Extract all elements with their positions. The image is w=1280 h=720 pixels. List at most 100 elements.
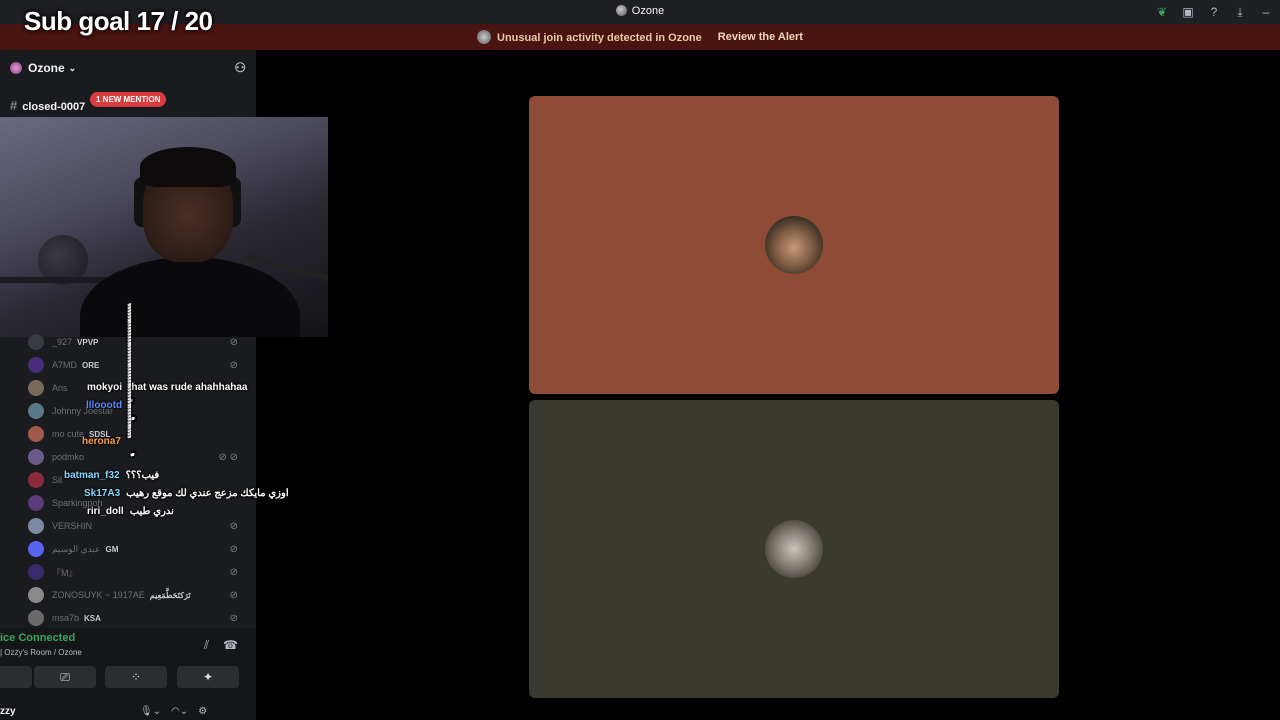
channel-item[interactable]: # closed-0007: [10, 98, 85, 113]
window-controls: ❦ ▣ ? ⤓ –: [1154, 4, 1274, 20]
avatar: [28, 495, 44, 511]
member-tag: ORE: [82, 360, 100, 370]
chat-text: فيب؟؟؟: [125, 470, 160, 481]
activity-icon: ⁘: [130, 670, 142, 684]
member-row[interactable]: msa7b KSA ⊘: [28, 609, 250, 627]
avatar: [28, 610, 44, 626]
chat-message: herona7ّّّّّّّّّّّّّّّّّّّّّّّّّّّّّّّّّ…: [82, 436, 127, 447]
member-tag: GM: [105, 544, 119, 554]
participant-avatar: [765, 520, 823, 578]
camera-button[interactable]: [0, 666, 32, 688]
avatar: [28, 380, 44, 396]
member-name: podmko: [52, 452, 85, 462]
headphones-icon[interactable]: ◠⌄: [171, 706, 188, 717]
participant-tile[interactable]: [529, 400, 1059, 698]
avatar: [28, 426, 44, 442]
settings-icon[interactable]: ⚙: [198, 706, 207, 717]
member-row[interactable]: 『M』 ⊘: [28, 563, 250, 581]
webcam-overlay: [0, 117, 328, 337]
member-name: Sil: [52, 475, 63, 485]
member-name: VERSHIN: [52, 521, 93, 531]
noise-suppression-icon[interactable]: ⫽: [204, 638, 209, 653]
server-name: Ozone: [28, 61, 65, 75]
new-mention-badge[interactable]: 1 NEW MENTION: [90, 92, 167, 107]
member-row[interactable]: A7MD ORE ⊘: [28, 356, 250, 374]
app-title-text: Ozone: [631, 5, 665, 17]
alert-text: Unusual join activity detected in Ozone: [497, 32, 702, 44]
user-name[interactable]: zzy: [0, 706, 16, 717]
member-name: Ans: [52, 383, 68, 393]
chat-message: llloootdّّّّّّّّّّّّّّّّّّّّّّّّّّّّّّّّ…: [86, 400, 128, 411]
mute-icon: ⊘: [229, 589, 238, 601]
chat-username: herona7: [82, 436, 121, 447]
member-row[interactable]: ZONOSUYK ~ 1917AE تَرَكتَحَطَّمَعِيم ⊘: [28, 586, 250, 604]
avatar: [28, 334, 44, 350]
server-icon: [10, 62, 22, 74]
chat-username: llloootd: [86, 400, 123, 411]
member-row[interactable]: podmko ⊘ ⊘: [28, 448, 250, 466]
member-name: ZONOSUYK ~ 1917AE: [52, 590, 145, 600]
participant-avatar: [765, 216, 823, 274]
avatar: [28, 449, 44, 465]
chat-text: ندري طيب: [129, 506, 174, 517]
add-member-icon[interactable]: ⚇: [234, 60, 246, 76]
mic-icon[interactable]: 🎙︎⌄: [140, 706, 161, 717]
mute-icon: ⊘: [229, 543, 238, 555]
member-name: A7MD: [52, 360, 78, 370]
help-icon[interactable]: ?: [1206, 4, 1222, 20]
minimize-icon[interactable]: –: [1258, 4, 1274, 20]
review-alert-button[interactable]: Review the Alert: [718, 31, 803, 43]
chat-message: Sk17A3 اوزي مايكك مزعج عندي لك موقع رهيب: [84, 488, 289, 499]
screen-icon[interactable]: ▣: [1180, 4, 1196, 20]
streamer-hair: [140, 147, 236, 187]
mute-icon: ⊘ ⊘: [218, 451, 238, 463]
user-controls: 🎙︎⌄ ◠⌄ ⚙: [140, 706, 207, 717]
sub-goal-overlay: Sub goal 17 / 20: [24, 6, 213, 36]
member-name: 『M』: [52, 567, 78, 578]
voice-action-bar: ⎚ ⁘ ✦: [0, 666, 256, 688]
leaf-icon[interactable]: ❦: [1154, 4, 1170, 20]
alert-message: Unusual join activity detected in Ozone: [477, 30, 702, 44]
chat-text: اوزي مايكك مزعج عندي لك موقع رهيب: [126, 488, 289, 499]
chevron-down-icon: ⌄: [68, 62, 77, 73]
chat-username: mokyoi: [87, 382, 123, 393]
app-logo-icon: [615, 5, 627, 16]
server-header[interactable]: Ozone ⌄ ⚇: [0, 50, 256, 86]
screen-share-button[interactable]: ⎚: [34, 666, 96, 688]
activity-button[interactable]: ⁘: [105, 666, 167, 688]
member-tag: تَرَكتَحَطَّمَعِيم: [149, 590, 191, 600]
member-name: msa7b: [52, 613, 80, 623]
member-tag: KSA: [84, 613, 101, 623]
voice-room[interactable]: | Ozzy's Room / Ozone: [0, 648, 82, 657]
channel-name: closed-0007: [22, 101, 86, 113]
streamer-body: [80, 257, 300, 337]
screen-share-icon: ⎚: [60, 669, 70, 684]
soundboard-button[interactable]: ✦: [177, 666, 239, 688]
member-row[interactable]: VERSHIN ⊘: [28, 517, 250, 535]
voice-panel: ice Connected | Ozzy's Room / Ozone ⫽ ☎ …: [0, 628, 256, 720]
voice-controls: ⫽ ☎: [204, 638, 238, 653]
member-name: mo cute: [52, 429, 85, 439]
avatar: [28, 357, 44, 373]
mute-icon: ⊘: [229, 566, 238, 578]
download-icon[interactable]: ⤓: [1232, 4, 1248, 20]
chat-message: batman_f32 فيب؟؟؟: [64, 470, 159, 481]
voice-status: ice Connected: [0, 632, 76, 644]
member-row[interactable]: mo cute SDSL: [28, 425, 250, 443]
member-row[interactable]: Johnny Joestar: [28, 402, 250, 420]
member-row[interactable]: عبدي الوسيم GM ⊘: [28, 540, 250, 558]
avatar: [28, 564, 44, 580]
hash-icon: #: [10, 98, 18, 113]
avatar: [28, 403, 44, 419]
mute-icon: ⊘: [229, 359, 238, 371]
member-row[interactable]: _927 VPVP ⊘: [28, 333, 250, 351]
avatar: [28, 518, 44, 534]
mute-icon: ⊘: [229, 336, 238, 348]
chat-username: Sk17A3: [84, 488, 121, 499]
mute-icon: ⊘: [229, 612, 238, 624]
chat-username: batman_f32: [64, 470, 120, 481]
member-tag: VPVP: [77, 337, 99, 347]
member-name: عبدي الوسيم: [52, 543, 101, 554]
disconnect-icon[interactable]: ☎: [223, 638, 238, 653]
participant-tile[interactable]: [529, 96, 1059, 394]
